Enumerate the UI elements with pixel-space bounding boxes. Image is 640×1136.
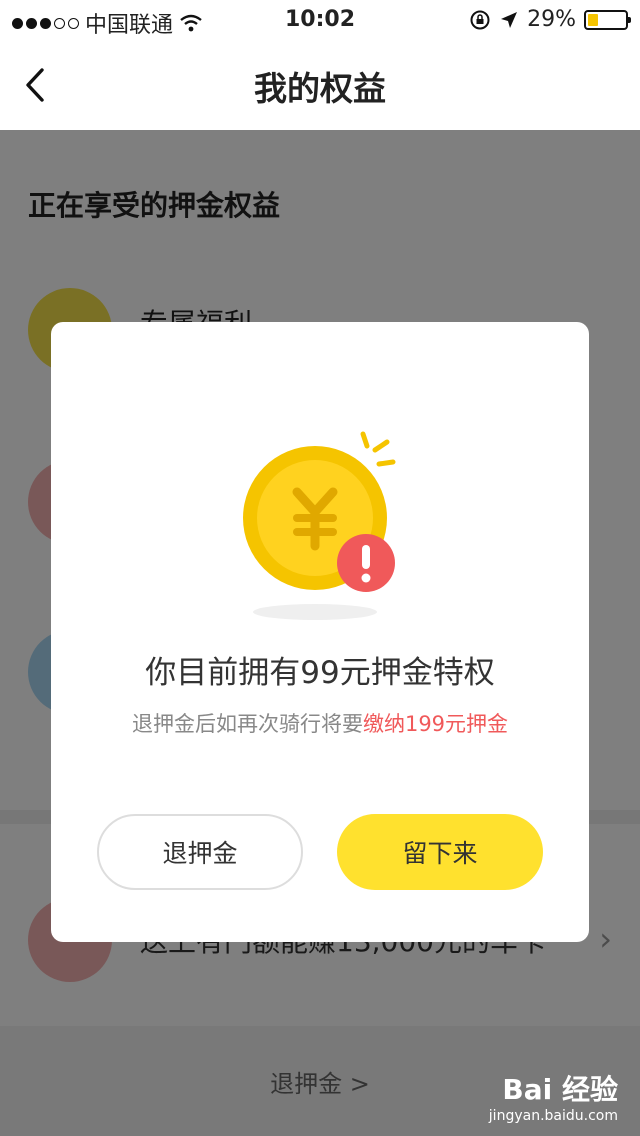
status-bar: 中国联通 10:02 29% <box>0 0 640 40</box>
nav-bar: 我的权益 <box>0 40 640 130</box>
rotation-lock-icon <box>470 10 490 29</box>
watermark-url: jingyan.baidu.com <box>488 1108 618 1124</box>
dialog-title: 你目前拥有99元押金特权 <box>145 655 495 691</box>
battery-icon <box>584 9 631 30</box>
refund-confirm-dialog: 你目前拥有99元押金特权 退押金后如再次骑行将要缴纳199元押金 退押金 留下来 <box>51 322 589 942</box>
battery-percent: 29% <box>527 7 576 32</box>
status-right: 29% <box>469 7 631 32</box>
location-arrow-icon <box>501 11 518 28</box>
coin-illustration <box>231 422 411 622</box>
subtitle-text: 退押金后如再次骑行将要 <box>131 712 363 736</box>
page-title: 我的权益 <box>254 69 386 108</box>
baidu-watermark: Bai 经验 jingyan.baidu.com <box>489 1068 618 1124</box>
alert-badge-icon <box>337 534 395 592</box>
stay-button[interactable]: 留下来 <box>337 814 543 890</box>
watermark-logo: Bai 经验 <box>502 1073 618 1106</box>
refund-deposit-button[interactable]: 退押金 <box>97 814 303 890</box>
deposit-warning-highlight: 缴纳199元押金 <box>362 712 509 736</box>
dialog-subtitle: 退押金后如再次骑行将要缴纳199元押金 <box>51 708 589 738</box>
